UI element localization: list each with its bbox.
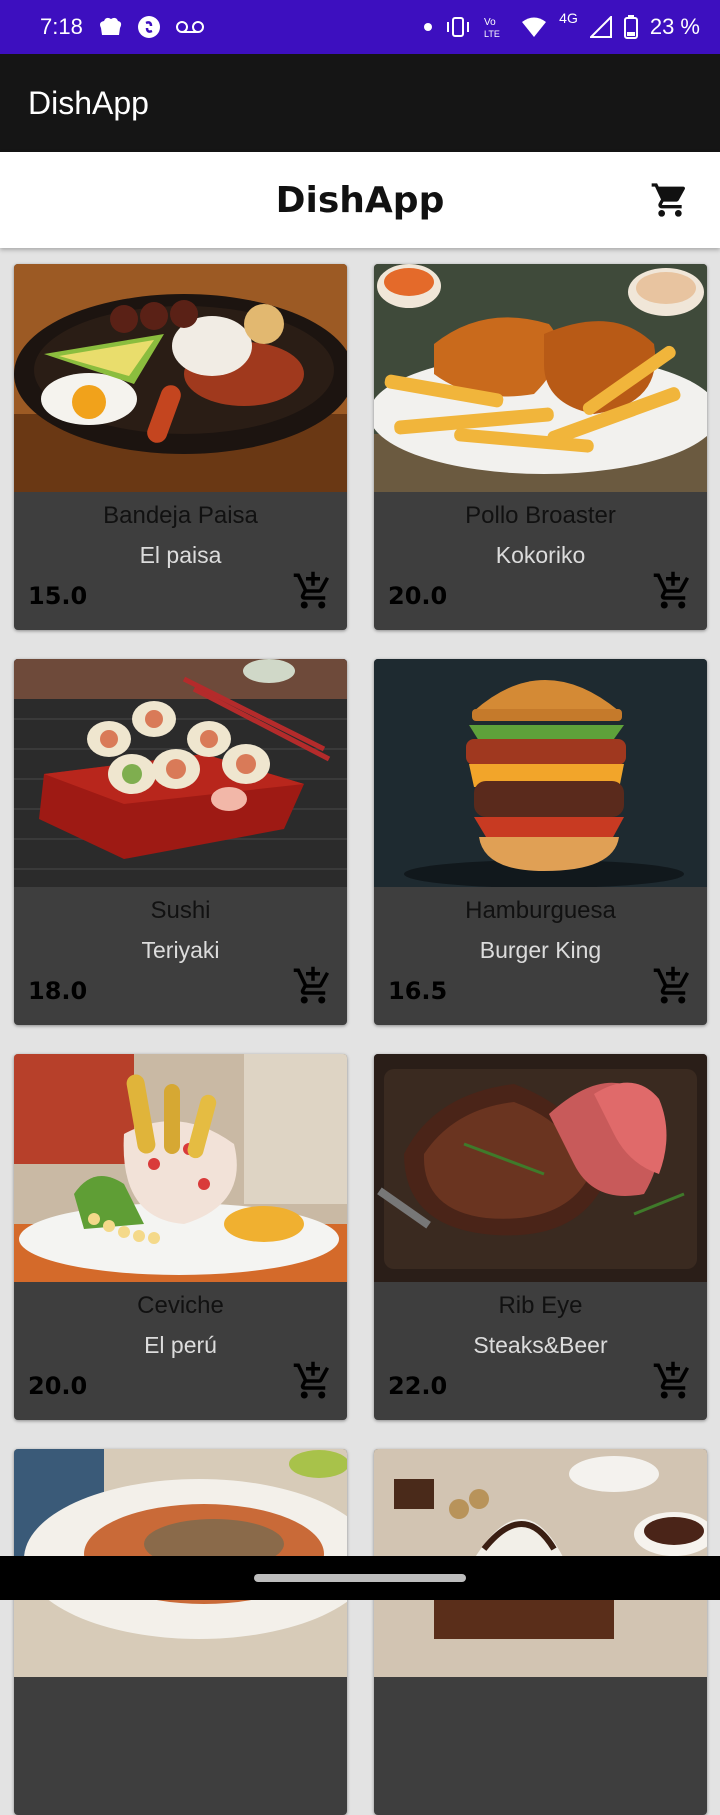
network-type: 4G <box>559 10 578 26</box>
add-to-cart-icon[interactable] <box>651 570 695 612</box>
wifi-icon <box>522 17 547 37</box>
dish-name: Pollo Broaster <box>465 502 616 529</box>
volte-icon: VoLTE <box>484 17 500 39</box>
restaurant-name: Burger King <box>479 937 602 963</box>
shazam-icon <box>137 16 160 38</box>
ceviche-photo <box>14 1054 347 1282</box>
battery-icon <box>623 15 638 39</box>
restaurant-name: Kokoriko <box>495 542 586 568</box>
dish-name: Hamburguesa <box>465 897 616 924</box>
add-to-cart-icon[interactable] <box>291 570 335 612</box>
dish-card[interactable] <box>374 1449 707 1815</box>
chef-hat-icon <box>99 17 121 35</box>
home-gesture-handle[interactable] <box>254 1574 466 1582</box>
add-to-cart-icon[interactable] <box>291 1360 335 1402</box>
add-to-cart-icon[interactable] <box>651 965 695 1007</box>
burger-photo <box>374 659 707 887</box>
add-to-cart-icon[interactable] <box>651 1360 695 1402</box>
restaurant-name: Teriyaki <box>141 937 220 963</box>
status-time: 7:18 <box>40 14 83 39</box>
status-bar: 7:18 Vo LTE 4G 23 % <box>0 0 720 54</box>
dish-name: Rib Eye <box>498 1292 583 1319</box>
dish-price: 20.0 <box>388 582 448 610</box>
restaurant-name: El paisa <box>139 542 222 568</box>
dish-card[interactable] <box>14 1449 347 1815</box>
sushi-photo <box>14 659 347 887</box>
svg-text:Vo: Vo <box>484 17 496 28</box>
add-to-cart-icon[interactable] <box>291 965 335 1007</box>
dish-price: 20.0 <box>28 1372 88 1400</box>
vibrate-icon <box>447 17 470 37</box>
svg-text:LTE: LTE <box>484 29 500 39</box>
dish-price: 18.0 <box>28 977 88 1005</box>
restaurant-name: Steaks&Beer <box>473 1332 608 1358</box>
page-title: DishApp <box>275 179 445 221</box>
dish-card[interactable]: Bandeja Paisa El paisa 15.0 <box>14 264 347 630</box>
bandeja-paisa-photo <box>14 264 347 492</box>
restaurant-name: El perú <box>144 1332 217 1358</box>
dish-card[interactable]: Sushi Teriyaki 18.0 <box>14 659 347 1025</box>
dish-name: Bandeja Paisa <box>103 502 258 529</box>
fried-chicken-photo <box>374 264 707 492</box>
dish-card[interactable]: Pollo Broaster Kokoriko 20.0 <box>374 264 707 630</box>
shopping-cart-icon[interactable] <box>648 180 692 220</box>
system-navigation-bar <box>0 1556 720 1600</box>
battery-level: 23 % <box>649 14 700 39</box>
dish-price: 16.5 <box>388 977 448 1005</box>
app-bar: DishApp <box>0 54 720 152</box>
dish-name: Sushi <box>150 897 211 924</box>
dish-card[interactable]: Hamburguesa Burger King 16.5 <box>374 659 707 1025</box>
signal-icon <box>589 16 612 38</box>
dish-price: 15.0 <box>28 582 88 610</box>
app-bar-title: DishApp <box>28 84 149 121</box>
dot-icon <box>424 23 433 31</box>
steak-photo <box>374 1054 707 1282</box>
voicemail-icon <box>175 21 204 33</box>
dish-card[interactable]: Ceviche El perú 20.0 <box>14 1054 347 1420</box>
dish-card[interactable]: Rib Eye Steaks&Beer 22.0 <box>374 1054 707 1420</box>
dish-price: 22.0 <box>388 1372 448 1400</box>
page-header: DishApp <box>0 152 720 248</box>
dish-name: Ceviche <box>137 1292 224 1319</box>
